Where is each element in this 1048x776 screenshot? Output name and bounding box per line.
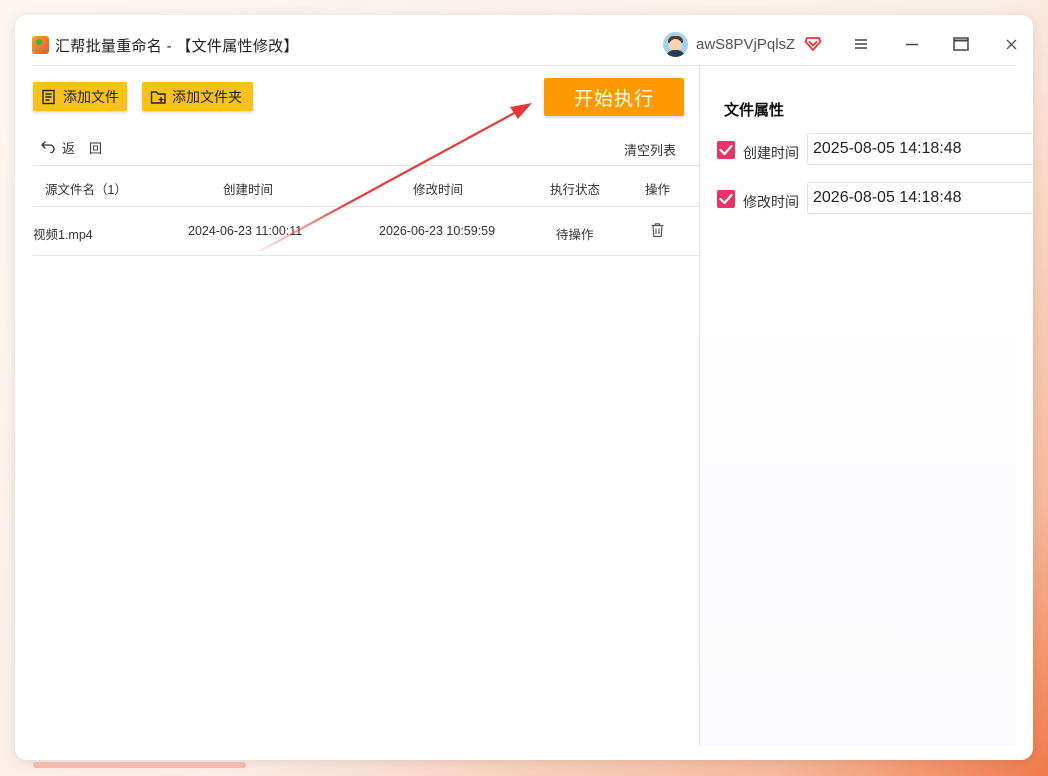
cell-created-time: 2024-06-23 11:00:11 <box>188 224 303 238</box>
trash-icon[interactable] <box>650 222 665 238</box>
add-file-button[interactable]: 添加文件 <box>33 82 127 111</box>
window-title: 汇帮批量重命名 - 【文件属性修改】 <box>55 38 299 55</box>
table-row[interactable]: 视频1.mp4 2024-06-23 11:00:11 2026-06-23 1… <box>33 207 699 256</box>
cell-status: 待操作 <box>556 228 594 242</box>
created-time-label: 创建时间 <box>743 145 799 161</box>
created-time-input[interactable]: 2025-08-05 14:18:48 <box>807 133 1033 165</box>
minimize-icon[interactable] <box>901 33 923 55</box>
cell-modified-time: 2026-06-23 10:59:59 <box>379 224 496 238</box>
table-header: 源文件名（1） 创建时间 修改时间 执行状态 操作 <box>33 165 699 207</box>
folder-add-icon <box>150 89 166 105</box>
modified-time-label: 修改时间 <box>743 194 799 210</box>
vip-diamond-icon[interactable] <box>804 34 822 52</box>
clear-list-button[interactable]: 清空列表 <box>624 140 676 159</box>
modified-time-input[interactable]: 2026-08-05 14:18:48 <box>807 182 1033 214</box>
add-folder-button[interactable]: 添加文件夹 <box>142 82 253 111</box>
cell-file-name: 视频1.mp4 <box>33 228 93 242</box>
file-list-icon <box>41 89 57 105</box>
maximize-icon[interactable] <box>950 33 972 55</box>
header-action: 操作 <box>645 183 671 197</box>
modified-time-checkbox[interactable] <box>717 190 735 208</box>
menu-icon[interactable] <box>850 33 872 55</box>
username[interactable]: awS8PVjPqlsZ <box>696 36 795 53</box>
horizontal-scrollbar[interactable] <box>33 762 246 768</box>
header-source-name: 源文件名（1） <box>45 183 127 197</box>
back-label: 返回 <box>62 141 117 156</box>
add-folder-label: 添加文件夹 <box>172 88 242 105</box>
add-file-label: 添加文件 <box>63 88 119 105</box>
header-modified-time: 修改时间 <box>413 183 464 197</box>
properties-title: 文件属性 <box>724 102 785 119</box>
properties-pane: 文件属性 创建时间 2025-08-05 14:18:48 修改时间 2026-… <box>699 65 1033 746</box>
app-window: 汇帮批量重命名 - 【文件属性修改】 awS8PVjPqlsZ 添加文件 添加文… <box>15 15 1033 760</box>
close-icon[interactable] <box>1001 33 1023 55</box>
title-bar: 汇帮批量重命名 - 【文件属性修改】 awS8PVjPqlsZ <box>15 15 1033 65</box>
created-time-checkbox[interactable] <box>717 141 735 159</box>
start-execute-button[interactable]: 开始执行 <box>544 78 684 116</box>
file-list-pane: 添加文件 添加文件夹 开始执行 返回 清空列表 源文件名（1） 创建时间 修改时… <box>33 65 699 760</box>
app-logo-icon <box>32 36 49 54</box>
back-button[interactable]: 返回 <box>40 138 116 157</box>
header-created-time: 创建时间 <box>223 183 274 197</box>
prop-created-row: 创建时间 2025-08-05 14:18:48 <box>717 133 1033 167</box>
file-table: 源文件名（1） 创建时间 修改时间 执行状态 操作 视频1.mp4 2024-0… <box>33 165 699 256</box>
prop-modified-row: 修改时间 2026-08-05 14:18:48 <box>717 182 1033 216</box>
header-status: 执行状态 <box>550 183 601 197</box>
undo-arrow-icon <box>40 139 56 156</box>
user-avatar[interactable] <box>663 32 688 57</box>
